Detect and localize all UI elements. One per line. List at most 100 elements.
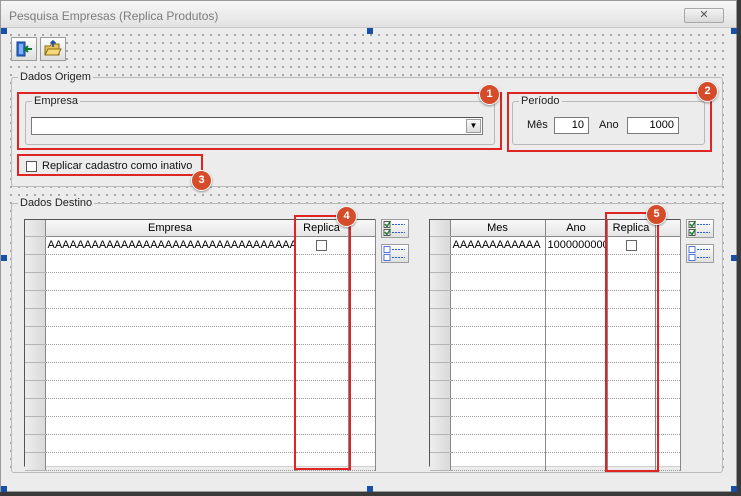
chevron-down-icon[interactable]: ▼ bbox=[466, 119, 481, 133]
replica-cell[interactable] bbox=[607, 254, 656, 273]
ano-cell[interactable] bbox=[545, 434, 608, 453]
replica-cell[interactable] bbox=[607, 326, 656, 345]
close-button[interactable]: ✕ bbox=[684, 8, 724, 23]
mes-cell[interactable] bbox=[450, 380, 546, 399]
replica-cell[interactable] bbox=[295, 398, 349, 417]
table-row[interactable] bbox=[430, 344, 681, 363]
replica-cell[interactable] bbox=[295, 344, 349, 363]
empresa-cell[interactable] bbox=[45, 452, 296, 471]
mes-cell[interactable] bbox=[450, 398, 546, 417]
replica-cell[interactable] bbox=[295, 290, 349, 309]
mes-input[interactable]: 10 bbox=[554, 117, 589, 134]
table-row[interactable] bbox=[430, 254, 681, 273]
empresa-cell[interactable] bbox=[45, 272, 296, 291]
mes-cell[interactable] bbox=[450, 362, 546, 381]
ano-cell[interactable] bbox=[545, 254, 608, 273]
replica-cell[interactable] bbox=[607, 290, 656, 309]
replica-checkbox[interactable] bbox=[625, 239, 637, 251]
ano-cell[interactable]: 1000000000 bbox=[545, 236, 608, 255]
empresa-cell[interactable]: AAAAAAAAAAAAAAAAAAAAAAAAAAAAAAAAAAAAAA bbox=[45, 236, 296, 255]
exit-button[interactable] bbox=[11, 37, 37, 61]
empresa-cell[interactable] bbox=[45, 290, 296, 309]
empresa-cell[interactable] bbox=[45, 254, 296, 273]
replica-cell[interactable] bbox=[295, 308, 349, 327]
replica-cell[interactable] bbox=[295, 254, 349, 273]
empresas-grid[interactable]: Empresa Replica AAAAAAAAAAAAAAAAAAAAAAAA… bbox=[24, 219, 376, 471]
replica-cell[interactable] bbox=[607, 434, 656, 453]
table-row[interactable] bbox=[430, 416, 681, 435]
empresa-combobox[interactable]: ▼ bbox=[31, 117, 483, 135]
selection-handle[interactable] bbox=[731, 255, 737, 261]
column-header-replica[interactable]: Replica bbox=[607, 220, 656, 237]
table-row[interactable] bbox=[430, 380, 681, 399]
table-row[interactable] bbox=[25, 416, 376, 435]
empresa-cell[interactable] bbox=[45, 326, 296, 345]
ano-input[interactable]: 1000 bbox=[627, 117, 679, 134]
check-all-button[interactable] bbox=[381, 219, 409, 238]
mes-cell[interactable] bbox=[450, 452, 546, 471]
replica-checkbox[interactable] bbox=[316, 239, 327, 251]
table-row[interactable]: AAAAAAAAAAAA 1000000000 bbox=[430, 236, 681, 255]
mes-cell[interactable] bbox=[450, 308, 546, 327]
mes-cell[interactable]: AAAAAAAAAAAA bbox=[450, 236, 546, 255]
selection-handle[interactable] bbox=[367, 28, 373, 34]
replica-cell[interactable] bbox=[607, 452, 656, 471]
replica-cell[interactable] bbox=[295, 380, 349, 399]
table-row[interactable] bbox=[430, 434, 681, 453]
table-row[interactable] bbox=[25, 434, 376, 453]
empresa-cell[interactable] bbox=[45, 434, 296, 453]
table-row[interactable] bbox=[25, 344, 376, 363]
mes-cell[interactable] bbox=[450, 326, 546, 345]
table-row[interactable] bbox=[25, 326, 376, 345]
replica-cell[interactable] bbox=[295, 434, 349, 453]
selection-handle[interactable] bbox=[1, 255, 7, 261]
mes-cell[interactable] bbox=[450, 434, 546, 453]
column-header-empresa[interactable]: Empresa bbox=[45, 220, 296, 237]
empresa-cell[interactable] bbox=[45, 416, 296, 435]
selection-handle[interactable] bbox=[1, 28, 7, 34]
table-row[interactable] bbox=[430, 398, 681, 417]
row-indicator[interactable] bbox=[25, 236, 46, 255]
table-row[interactable] bbox=[430, 290, 681, 309]
table-row[interactable]: AAAAAAAAAAAAAAAAAAAAAAAAAAAAAAAAAAAAAA bbox=[25, 236, 376, 255]
replica-cell[interactable] bbox=[607, 344, 656, 363]
mes-cell[interactable] bbox=[450, 416, 546, 435]
ano-cell[interactable] bbox=[545, 452, 608, 471]
mes-cell[interactable] bbox=[450, 344, 546, 363]
selection-handle[interactable] bbox=[367, 486, 373, 492]
replica-cell[interactable] bbox=[607, 362, 656, 381]
replica-cell[interactable] bbox=[295, 452, 349, 471]
mes-cell[interactable] bbox=[450, 290, 546, 309]
replica-cell[interactable] bbox=[607, 272, 656, 291]
empresa-cell[interactable] bbox=[45, 380, 296, 399]
replica-cell[interactable] bbox=[607, 380, 656, 399]
ano-cell[interactable] bbox=[545, 380, 608, 399]
table-row[interactable] bbox=[25, 272, 376, 291]
replica-cell[interactable] bbox=[295, 362, 349, 381]
selection-handle[interactable] bbox=[731, 486, 737, 492]
replica-cell[interactable] bbox=[607, 416, 656, 435]
selection-handle[interactable] bbox=[731, 28, 737, 34]
empresa-cell[interactable] bbox=[45, 398, 296, 417]
empresa-cell[interactable] bbox=[45, 362, 296, 381]
mes-cell[interactable] bbox=[450, 254, 546, 273]
uncheck-all-button[interactable] bbox=[381, 244, 409, 263]
empresa-cell[interactable] bbox=[45, 308, 296, 327]
table-row[interactable] bbox=[430, 326, 681, 345]
replica-cell[interactable] bbox=[295, 416, 349, 435]
ano-cell[interactable] bbox=[545, 344, 608, 363]
table-row[interactable] bbox=[25, 398, 376, 417]
table-row[interactable] bbox=[25, 254, 376, 273]
ano-cell[interactable] bbox=[545, 326, 608, 345]
row-indicator[interactable] bbox=[430, 236, 451, 255]
table-row[interactable] bbox=[25, 452, 376, 471]
table-row[interactable] bbox=[25, 362, 376, 381]
empresa-cell[interactable] bbox=[45, 344, 296, 363]
table-row[interactable] bbox=[430, 362, 681, 381]
open-button[interactable] bbox=[40, 37, 66, 61]
ano-cell[interactable] bbox=[545, 272, 608, 291]
selection-handle[interactable] bbox=[1, 486, 7, 492]
table-row[interactable] bbox=[25, 380, 376, 399]
table-row[interactable] bbox=[25, 290, 376, 309]
table-row[interactable] bbox=[430, 308, 681, 327]
